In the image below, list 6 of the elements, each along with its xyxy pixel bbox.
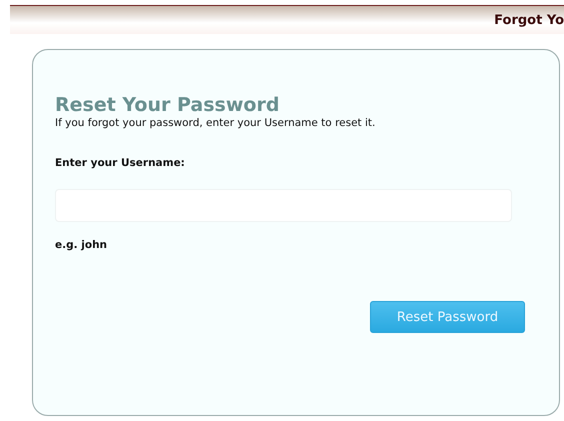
form-heading: Reset Your Password <box>55 94 280 116</box>
page-title: Forgot Yo <box>494 12 564 28</box>
field-label: Enter your Username: <box>55 157 186 169</box>
reset-password-button[interactable]: Reset Password <box>370 301 525 333</box>
field-hint: e.g. john <box>55 239 108 251</box>
form-description: If you forgot your password, enter your Username to reset it. <box>55 117 376 129</box>
